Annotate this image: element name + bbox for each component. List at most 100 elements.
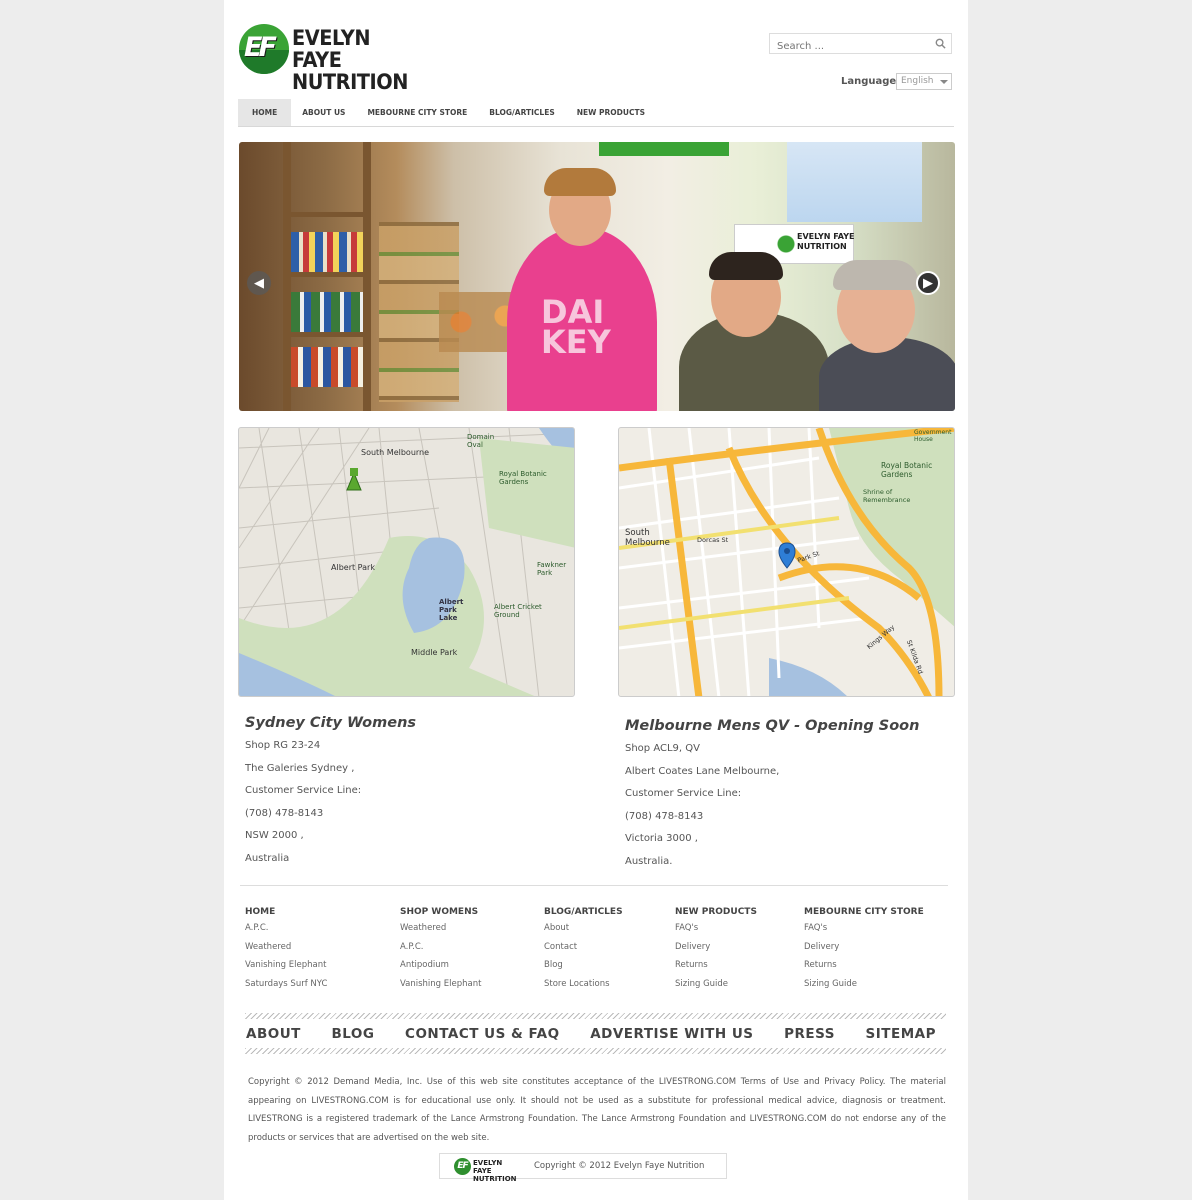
footer-link[interactable]: Weathered bbox=[400, 923, 481, 942]
bottom-nav: ABOUT BLOG CONTACT US & FAQ ADVERTISE WI… bbox=[246, 1026, 936, 1042]
nav-item-blog-articles[interactable]: BLOG/ARTICLES bbox=[478, 99, 565, 126]
language-select[interactable]: English bbox=[896, 73, 952, 90]
footer-link[interactable]: FAQ's bbox=[804, 923, 924, 942]
language-label: Language bbox=[841, 76, 897, 87]
footer-link[interactable]: Blog bbox=[544, 960, 623, 979]
bottom-nav-advertise[interactable]: ADVERTISE WITH US bbox=[590, 1026, 753, 1042]
bottom-nav-about[interactable]: ABOUT bbox=[246, 1026, 301, 1042]
hero-slider: EVELYN FAYE NUTRITION DAI KEY ◀ ▶ bbox=[239, 142, 955, 411]
nav-item-home[interactable]: HOME bbox=[238, 99, 292, 126]
footer-col-heading[interactable]: HOME bbox=[245, 907, 327, 917]
footer-link[interactable]: Antipodium bbox=[400, 960, 481, 979]
footer-link[interactable]: Vanishing Elephant bbox=[245, 960, 327, 979]
footer-link[interactable]: A.P.C. bbox=[400, 942, 481, 961]
footer-link[interactable]: Contact bbox=[544, 942, 623, 961]
footer-link[interactable]: Sizing Guide bbox=[804, 979, 924, 998]
slider-next-button[interactable]: ▶ bbox=[916, 271, 940, 295]
map-label: Albert Park bbox=[331, 563, 375, 572]
main-nav: HOME ABOUT US MEBOURNE CITY STORE BLOG/A… bbox=[238, 99, 954, 127]
brand-logo[interactable]: EF EVELYN FAYE NUTRITION bbox=[239, 22, 419, 93]
hatch-divider bbox=[245, 1013, 946, 1019]
store-line: Victoria 3000 , bbox=[625, 833, 698, 844]
logo-badge-icon: EF bbox=[239, 24, 289, 74]
slider-prev-button[interactable]: ◀ bbox=[247, 271, 271, 295]
legal-text: Copyright © 2012 Demand Media, Inc. Use … bbox=[248, 1077, 946, 1143]
store-line: Australia bbox=[245, 852, 290, 864]
footer-link[interactable]: Delivery bbox=[804, 942, 924, 961]
map-melbourne-store[interactable]: South Melbourne Royal Botanic Gardens Sh… bbox=[618, 427, 955, 697]
footer-link[interactable]: Weathered bbox=[245, 942, 327, 961]
map-label: Royal Botanic Gardens bbox=[881, 461, 933, 479]
store-melbourne: Melbourne Mens QV - Opening Soon Shop AC… bbox=[625, 718, 955, 878]
store-line: The Galeries Sydney , bbox=[245, 762, 355, 774]
credit-logo-line2: NUTRITION bbox=[473, 1175, 517, 1183]
store-line: Shop RG 23-24 bbox=[245, 740, 321, 751]
search-icon[interactable] bbox=[935, 38, 946, 49]
store-line: Shop ACL9, QV bbox=[625, 743, 700, 754]
search-input[interactable] bbox=[770, 37, 920, 56]
footer-link[interactable]: Store Locations bbox=[544, 979, 623, 998]
footer-link[interactable]: Sizing Guide bbox=[675, 979, 757, 998]
map-label: South Melbourne bbox=[625, 528, 670, 548]
footer-link[interactable]: About bbox=[544, 923, 623, 942]
footer-col-melbourne-store: MEBOURNE CITY STORE FAQ's Delivery Retur… bbox=[804, 907, 924, 997]
map-label: Albert Cricket Ground bbox=[494, 603, 542, 619]
bottom-nav-press[interactable]: PRESS bbox=[784, 1026, 835, 1042]
map-label: South Melbourne bbox=[361, 448, 430, 457]
nav-item-new-products[interactable]: NEW PRODUCTS bbox=[566, 99, 656, 126]
logo-line2: NUTRITION bbox=[292, 70, 408, 94]
chevron-right-icon: ▶ bbox=[923, 275, 933, 291]
footer-link[interactable]: FAQ's bbox=[675, 923, 757, 942]
store-phone: (708) 478-8143 bbox=[625, 810, 704, 822]
store-line: Customer Service Line: bbox=[245, 785, 362, 796]
logo-line1: EVELYN FAYE bbox=[292, 26, 371, 72]
divider bbox=[240, 885, 948, 886]
chevron-down-icon bbox=[940, 80, 948, 84]
map-label: Government House bbox=[914, 429, 952, 443]
hatch-divider bbox=[245, 1048, 946, 1054]
footer-col-new-products: NEW PRODUCTS FAQ's Delivery Returns Sizi… bbox=[675, 907, 757, 997]
credit-bar: EF EVELYN FAYE NUTRITION Copyright © 201… bbox=[439, 1153, 727, 1183]
map-label: Fawkner Park bbox=[537, 561, 567, 577]
footer-col-shop-womens: SHOP WOMENS Weathered A.P.C. Antipodium … bbox=[400, 907, 481, 997]
footer-link[interactable]: Saturdays Surf NYC bbox=[245, 979, 327, 998]
store-phone: (708) 478-8143 bbox=[245, 807, 324, 819]
nav-item-melbourne-city-store[interactable]: MEBOURNE CITY STORE bbox=[356, 99, 478, 126]
store-title: Sydney City Womens bbox=[245, 715, 417, 731]
bottom-nav-sitemap[interactable]: SITEMAP bbox=[866, 1026, 936, 1042]
map-label: Royal Botanic Gardens bbox=[499, 470, 547, 486]
footer-link[interactable]: Delivery bbox=[675, 942, 757, 961]
credit-logo-line1: EVELYN FAYE bbox=[473, 1159, 503, 1175]
map-label: Middle Park bbox=[411, 648, 458, 657]
credit-text: Copyright © 2012 Evelyn Faye Nutrition bbox=[534, 1161, 705, 1171]
footer-link[interactable]: Returns bbox=[675, 960, 757, 979]
footer-col-heading[interactable]: NEW PRODUCTS bbox=[675, 907, 757, 917]
store-line: NSW 2000 , bbox=[245, 830, 304, 841]
page: EF EVELYN FAYE NUTRITION Language Englis… bbox=[224, 0, 968, 1200]
footer-col-blog: BLOG/ARTICLES About Contact Blog Store L… bbox=[544, 907, 623, 997]
store-line: Australia. bbox=[625, 855, 673, 867]
chevron-left-icon: ◀ bbox=[254, 275, 264, 291]
store-line: Customer Service Line: bbox=[625, 788, 742, 799]
footer-link[interactable]: A.P.C. bbox=[245, 923, 327, 942]
footer-link[interactable]: Vanishing Elephant bbox=[400, 979, 481, 998]
map-label: Dorcas St bbox=[697, 536, 729, 544]
nav-item-about-us[interactable]: ABOUT US bbox=[291, 99, 356, 126]
logo-badge-icon: EF bbox=[454, 1158, 471, 1175]
bottom-nav-blog[interactable]: BLOG bbox=[331, 1026, 374, 1042]
map-sydney-store[interactable]: South Melbourne Albert Park Albert Park … bbox=[238, 427, 575, 697]
footer-col-heading[interactable]: SHOP WOMENS bbox=[400, 907, 481, 917]
footer-link[interactable]: Returns bbox=[804, 960, 924, 979]
map-label: Albert Park Lake bbox=[439, 598, 464, 622]
footer-col-heading[interactable]: BLOG/ARTICLES bbox=[544, 907, 623, 917]
footer-col-home: HOME A.P.C. Weathered Vanishing Elephant… bbox=[245, 907, 327, 997]
credit-logo[interactable]: EF EVELYN FAYE NUTRITION bbox=[454, 1158, 517, 1183]
map-label: Shrine of Remembrance bbox=[863, 488, 911, 504]
search-box bbox=[769, 33, 952, 56]
footer-col-heading[interactable]: MEBOURNE CITY STORE bbox=[804, 907, 924, 917]
store-sydney: Sydney City Womens Shop RG 23-24 The Gal… bbox=[245, 715, 575, 875]
language-selected: English bbox=[901, 76, 934, 86]
store-line: Albert Coates Lane Melbourne, bbox=[625, 765, 780, 777]
map-label: Domain Oval bbox=[467, 433, 495, 449]
bottom-nav-contact[interactable]: CONTACT US & FAQ bbox=[405, 1026, 560, 1042]
